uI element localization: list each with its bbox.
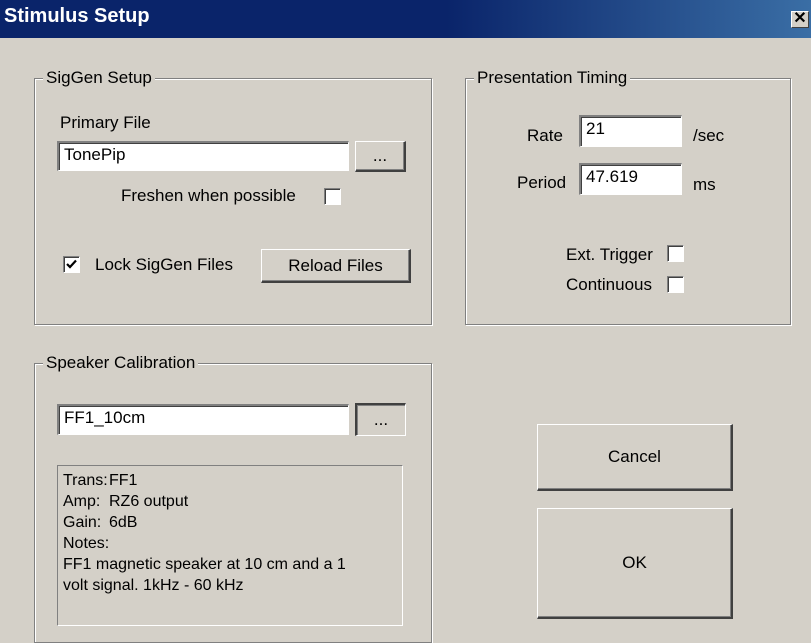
continuous-checkbox[interactable] (667, 276, 684, 293)
freshen-label: Freshen when possible (121, 186, 296, 205)
calibration-info-box: Trans:FF1 Amp: RZ6 output Gain: 6dB Notes:… (57, 465, 403, 626)
presentation-timing-label: Presentation Timing (474, 68, 631, 88)
trans-row: Trans:FF1 (63, 472, 138, 489)
period-unit: ms (693, 175, 716, 194)
lock-siggen-label: Lock SigGen Files (95, 255, 233, 274)
rate-input[interactable]: 21 (579, 115, 682, 147)
primary-file-browse-button[interactable]: ... (355, 141, 406, 172)
cancel-button[interactable]: Cancel (537, 424, 733, 491)
continuous-label: Continuous (566, 275, 653, 294)
reload-files-button[interactable]: Reload Files (261, 249, 411, 283)
notes-line-1: FF1 magnetic speaker at 10 cm and a 1 (63, 556, 346, 573)
checkmark-icon (66, 259, 77, 269)
close-button[interactable]: ✕ (791, 11, 809, 28)
freshen-checkbox[interactable] (324, 188, 341, 205)
notes-key: Notes: (63, 535, 110, 552)
speaker-calibration-label: Speaker Calibration (43, 353, 199, 373)
title-bar: Stimulus Setup ✕ (0, 0, 811, 38)
ext-trigger-checkbox[interactable] (667, 245, 684, 262)
calibration-browse-button[interactable]: ... (355, 403, 406, 436)
calibration-file-input[interactable]: FF1_10cm (57, 404, 349, 435)
primary-file-label: Primary File (60, 113, 151, 132)
period-label: Period (517, 173, 567, 192)
primary-file-input[interactable]: TonePip (57, 141, 349, 171)
period-input[interactable]: 47.619 (579, 163, 682, 195)
notes-line-2: volt signal. 1kHz - 60 kHz (63, 577, 244, 594)
gain-row: Gain: 6dB (63, 514, 138, 531)
siggen-setup-label: SigGen Setup (43, 68, 155, 88)
window-title: Stimulus Setup (4, 5, 150, 27)
rate-label: Rate (527, 126, 563, 145)
ok-button[interactable]: OK (537, 508, 733, 619)
ext-trigger-label: Ext. Trigger (566, 245, 653, 264)
amp-row: Amp: RZ6 output (63, 493, 189, 510)
lock-siggen-checkbox[interactable] (63, 256, 80, 273)
rate-unit: /sec (693, 126, 725, 145)
close-icon: ✕ (793, 10, 807, 27)
